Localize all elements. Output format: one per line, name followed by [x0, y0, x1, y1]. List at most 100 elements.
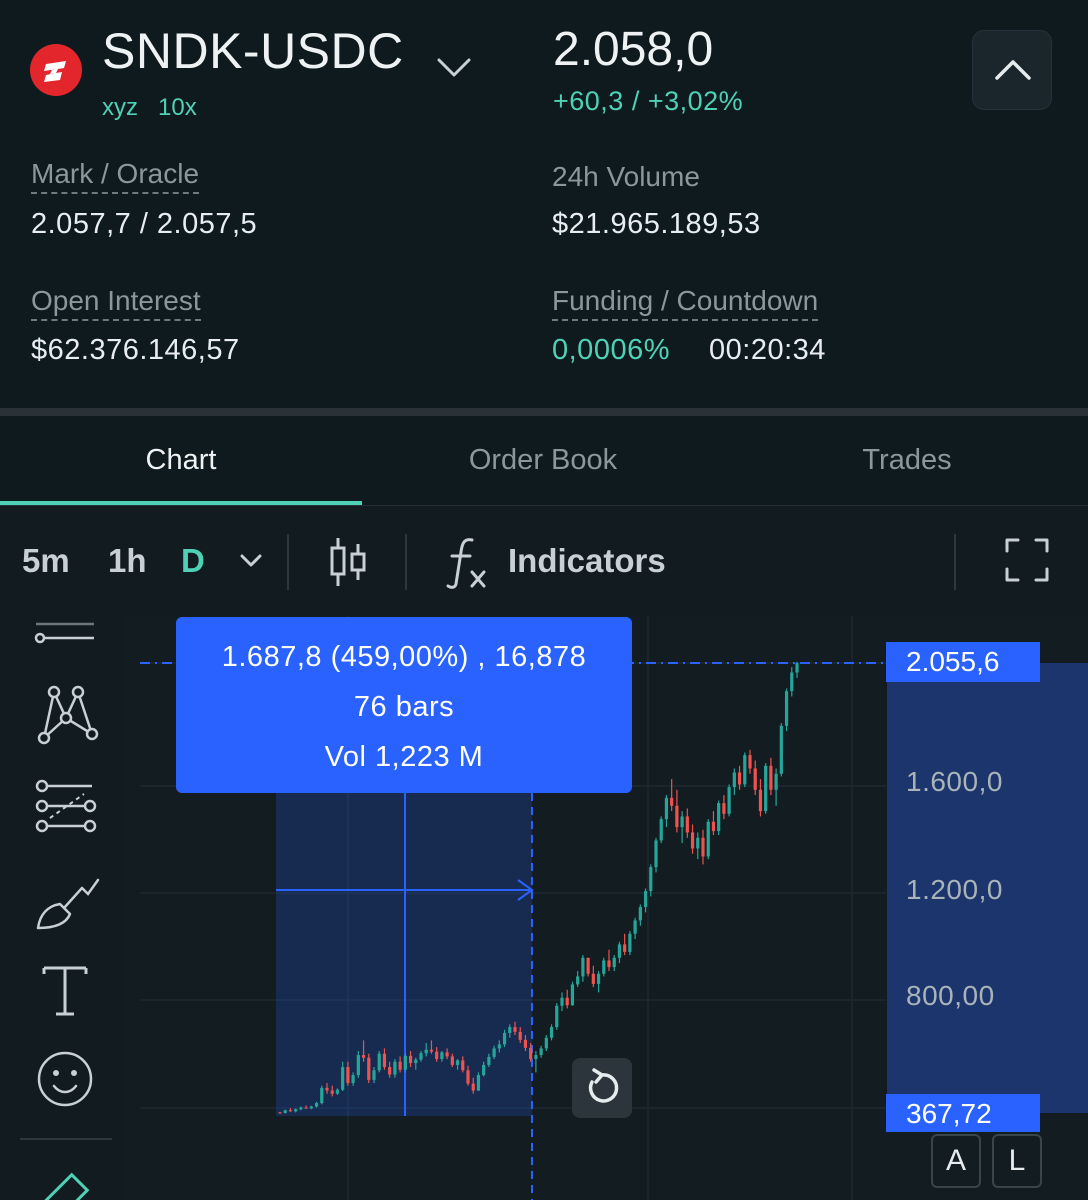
- projection-tool-icon[interactable]: [30, 772, 100, 842]
- tab-order-book[interactable]: Order Book: [362, 416, 724, 504]
- timeframe-chevron-down-icon[interactable]: [238, 550, 264, 575]
- tab-bar: Chart Order Book Trades: [0, 416, 1088, 506]
- pattern-tool-icon[interactable]: [30, 680, 100, 750]
- timeframe-1h[interactable]: 1h: [108, 542, 147, 580]
- function-fx-icon[interactable]: [444, 534, 490, 595]
- timeframe-d[interactable]: D: [181, 542, 205, 580]
- candle-body: [419, 1053, 423, 1060]
- candle-body: [341, 1067, 345, 1090]
- candle-body: [607, 960, 611, 968]
- tools-separator: [20, 1138, 112, 1140]
- candle-body: [403, 1055, 407, 1070]
- candle-body: [539, 1048, 543, 1056]
- candle-body: [367, 1057, 371, 1080]
- candle-body: [513, 1027, 517, 1032]
- mark-oracle-value: 2.057,7 / 2.057,5: [31, 208, 258, 240]
- candle-body: [596, 973, 601, 984]
- open-interest-value: $62.376.146,57: [31, 334, 240, 366]
- candle-body: [737, 772, 742, 785]
- candle-body: [304, 1107, 308, 1109]
- candle-body: [643, 891, 648, 908]
- candle-body: [555, 1005, 559, 1028]
- leverage-badge: 10x: [158, 94, 197, 121]
- measure-volume: Vol 1,223 M: [324, 741, 484, 773]
- candle-body: [617, 944, 622, 958]
- candle-body: [294, 1109, 298, 1112]
- candle-body: [706, 821, 710, 857]
- candle-body: [382, 1053, 387, 1068]
- candle-body: [356, 1055, 360, 1076]
- pair-name[interactable]: SNDK-USDC: [102, 22, 404, 80]
- candle-body: [482, 1064, 486, 1076]
- candle-body: [774, 773, 778, 790]
- candle-body: [283, 1110, 287, 1113]
- chart-area[interactable]: 1.687,8 (459,00%) , 16,878 76 bars Vol 1…: [0, 616, 1088, 1200]
- candle-body: [414, 1059, 418, 1064]
- candle-body: [722, 803, 726, 814]
- candle-body: [764, 765, 768, 812]
- last-price: 2.058,0: [553, 23, 714, 76]
- candle-body: [748, 755, 752, 769]
- range-low-price-tag: 367,72: [886, 1094, 1040, 1132]
- measure-bars: 76 bars: [353, 691, 455, 723]
- candle-body: [330, 1090, 334, 1094]
- reset-chart-button[interactable]: [572, 1058, 632, 1118]
- horizontal-line-tool-icon[interactable]: [30, 616, 100, 678]
- timeframe-5m[interactable]: 5m: [22, 542, 70, 580]
- brush-tool-icon[interactable]: [30, 866, 100, 936]
- chevron-up-icon: [995, 60, 1031, 80]
- candle-body: [690, 832, 695, 849]
- candle-body: [497, 1044, 501, 1049]
- candle-body: [278, 1112, 282, 1114]
- candle-body: [701, 837, 705, 857]
- ruler-icon[interactable]: [30, 1160, 100, 1200]
- candle-body: [351, 1075, 355, 1084]
- indicators-button[interactable]: Indicators: [508, 542, 666, 580]
- candle-body: [388, 1067, 392, 1075]
- section-divider: [0, 408, 1088, 416]
- candle-body: [633, 920, 637, 934]
- candle-body: [320, 1087, 324, 1104]
- candle-body: [398, 1061, 402, 1070]
- candlestick-type-icon[interactable]: [326, 534, 370, 595]
- candle-body: [508, 1027, 512, 1033]
- candle-body: [534, 1055, 538, 1060]
- tab-trades[interactable]: Trades: [726, 416, 1088, 504]
- candle-body: [769, 765, 773, 790]
- chart-toolbar: 5m 1h D Indicators: [0, 506, 1088, 616]
- measure-change: 1.687,8 (459,00%) , 16,878: [221, 641, 587, 673]
- candle-body: [523, 1039, 528, 1048]
- candle-body: [727, 787, 731, 814]
- auto-scale-button[interactable]: A: [931, 1134, 981, 1188]
- open-interest-label[interactable]: Open Interest: [31, 285, 201, 321]
- candle-body: [795, 663, 799, 673]
- candle-body: [696, 837, 700, 849]
- pair-subtitle: xyz 10x: [102, 94, 197, 122]
- collapse-header-button[interactable]: [972, 30, 1052, 110]
- text-tool-icon[interactable]: [30, 954, 100, 1024]
- candle-body: [779, 725, 783, 774]
- log-scale-button[interactable]: L: [992, 1134, 1042, 1188]
- candle-body: [732, 772, 736, 788]
- candle-body: [790, 672, 794, 692]
- funding-rate: 0,0006%: [552, 334, 670, 366]
- candle-body: [544, 1037, 548, 1049]
- mark-oracle-label[interactable]: Mark / Oracle: [31, 158, 200, 194]
- market-header: SNDK-USDC xyz 10x 2.058,0 +60,3 / +3,02% …: [0, 0, 1088, 410]
- emoji-tool-icon[interactable]: [30, 1044, 100, 1114]
- tab-chart[interactable]: Chart: [0, 416, 362, 504]
- candle-body: [717, 803, 721, 832]
- candle-body: [299, 1107, 303, 1110]
- fullscreen-icon[interactable]: [1004, 537, 1050, 588]
- candle-body: [393, 1061, 397, 1075]
- price-axis-label: 1.200,0: [906, 874, 1003, 905]
- chevron-down-icon[interactable]: [436, 52, 472, 82]
- candle-body: [529, 1047, 533, 1060]
- candle-body: [440, 1052, 444, 1060]
- candle-body: [424, 1049, 428, 1054]
- candle-body: [565, 997, 569, 1006]
- candle-body: [309, 1106, 313, 1109]
- candle-body: [408, 1055, 413, 1064]
- candle-body: [492, 1048, 496, 1057]
- funding-label[interactable]: Funding / Countdown: [552, 285, 819, 321]
